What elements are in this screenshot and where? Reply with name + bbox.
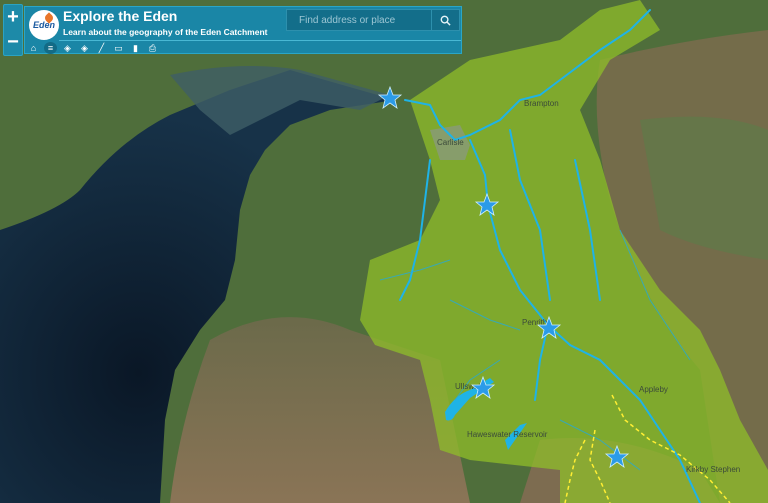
search-input[interactable] — [287, 10, 432, 30]
comment-icon[interactable]: ▭ — [112, 42, 125, 54]
label-brampton: Brampton — [524, 99, 559, 108]
label-haweswater: Haweswater Reservoir — [467, 430, 548, 439]
toolbar: ⌂ ≡ ◈ ◈ ╱ ▭ ▮ ⎙ — [27, 42, 159, 54]
home-icon[interactable]: ⌂ — [27, 42, 40, 54]
map-canvas[interactable]: Brampton Carlisle Penrith Ullswater Hawe… — [0, 0, 768, 503]
label-appleby: Appleby — [639, 385, 668, 394]
basemap-icon[interactable]: ◈ — [78, 42, 91, 54]
zoom-control: + − — [3, 4, 23, 56]
list-icon[interactable]: ≡ — [44, 42, 57, 54]
label-kirkby-stephen: Kirkby Stephen — [686, 465, 740, 474]
label-carlisle: Carlisle — [437, 138, 464, 147]
eden-logo: Eden — [29, 10, 59, 40]
zoom-out-button[interactable]: − — [4, 30, 22, 55]
draw-icon[interactable]: ╱ — [95, 42, 108, 54]
search-button[interactable] — [431, 10, 459, 30]
bookmark-icon[interactable]: ▮ — [129, 42, 142, 54]
app-title: Explore the Eden — [63, 8, 178, 24]
header-divider — [59, 40, 461, 41]
layers-icon[interactable]: ◈ — [61, 42, 74, 54]
logo-text: Eden — [33, 20, 56, 30]
print-icon[interactable]: ⎙ — [146, 42, 159, 54]
zoom-in-button[interactable]: + — [4, 5, 22, 30]
app-subtitle: Learn about the geography of the Eden Ca… — [63, 27, 268, 37]
search-box — [286, 9, 460, 31]
search-icon — [440, 15, 451, 26]
